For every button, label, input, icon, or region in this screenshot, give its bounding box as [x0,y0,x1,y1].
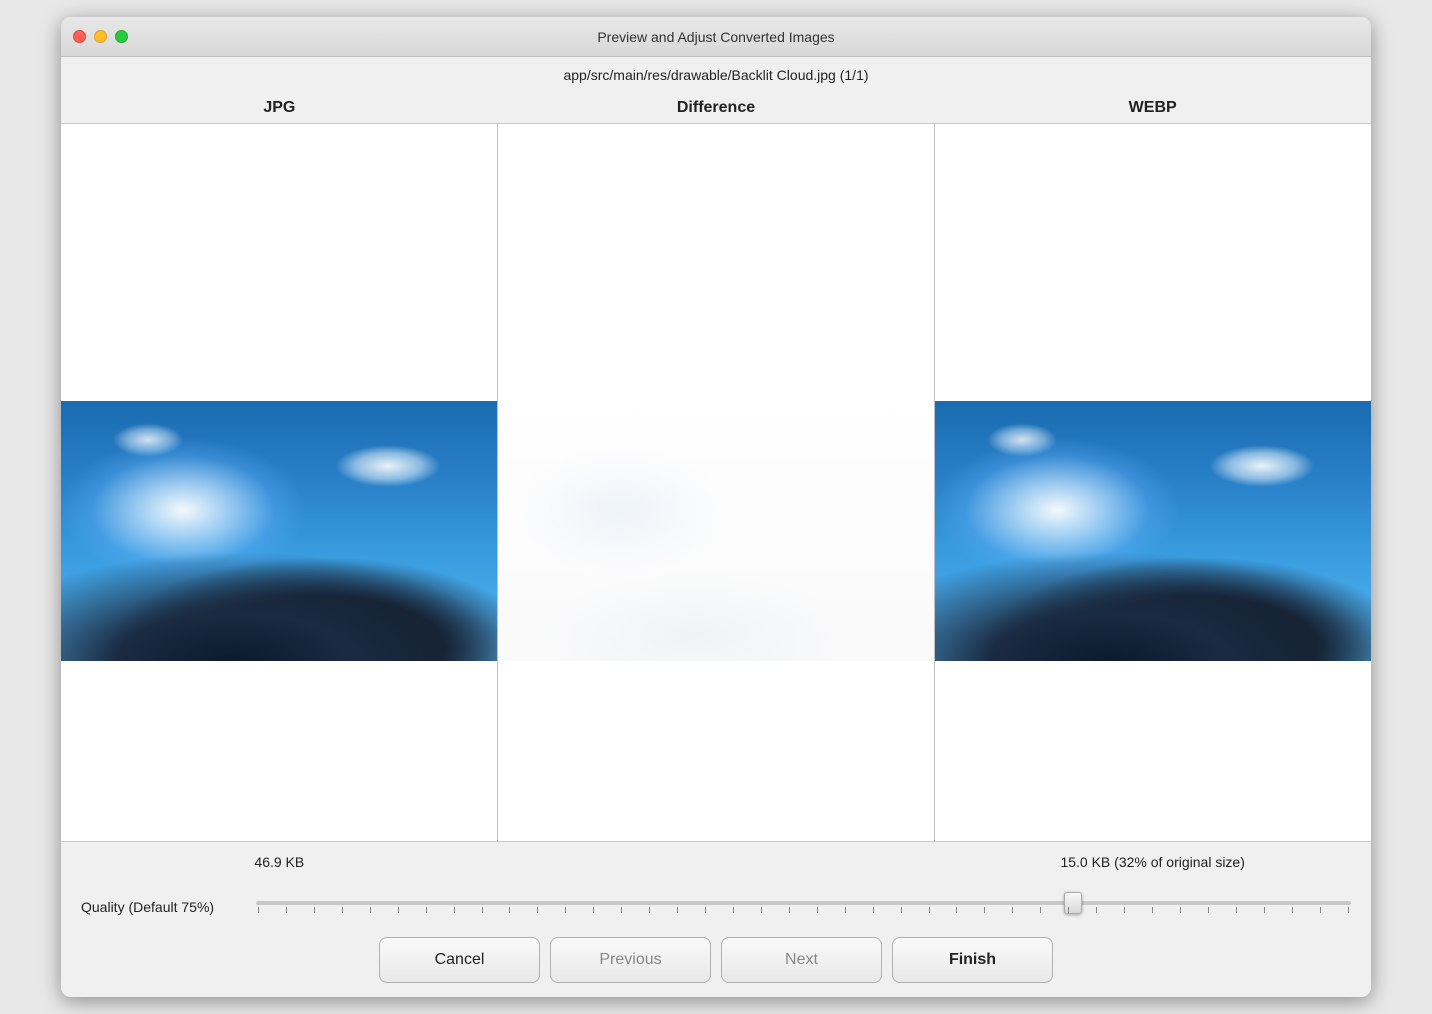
tick [593,907,594,913]
tick [258,907,259,913]
tick [1040,907,1041,913]
cancel-button[interactable]: Cancel [379,937,540,983]
tick [1320,907,1321,913]
tick [705,907,706,913]
traffic-lights [73,30,128,43]
tick [929,907,930,913]
webp-image [935,401,1371,661]
main-window: Preview and Adjust Converted Images app/… [61,17,1371,997]
quality-slider[interactable] [256,901,1351,905]
tick [1096,907,1097,913]
tick [1180,907,1181,913]
jpg-image [61,401,497,661]
tick [565,907,566,913]
tick [398,907,399,913]
file-path: app/src/main/res/drawable/Backlit Cloud.… [563,67,868,83]
quality-label: Quality (Default 75%) [81,899,236,915]
minimize-button[interactable] [94,30,107,43]
diff-image [498,401,934,661]
close-button[interactable] [73,30,86,43]
finish-button[interactable]: Finish [892,937,1053,983]
tick [1348,907,1349,913]
tick [426,907,427,913]
tick [1012,907,1013,913]
next-button[interactable]: Next [721,937,882,983]
column-headers: JPG Difference WEBP [61,93,1371,123]
tick [1292,907,1293,913]
tick [342,907,343,913]
jpg-column-header: JPG [61,99,498,117]
maximize-button[interactable] [115,30,128,43]
tick [286,907,287,913]
tick [1068,907,1069,913]
webp-preview-panel [934,124,1371,841]
tick [314,907,315,913]
subtitle-bar: app/src/main/res/drawable/Backlit Cloud.… [61,57,1371,93]
tick [509,907,510,913]
jpg-size: 46.9 KB [61,854,498,870]
previous-button[interactable]: Previous [550,937,711,983]
tick [845,907,846,913]
tick [537,907,538,913]
tick [1264,907,1265,913]
tick [984,907,985,913]
tick-marks [256,907,1351,913]
tick [873,907,874,913]
webp-column-header: WEBP [934,99,1371,117]
tick [370,907,371,913]
tick [733,907,734,913]
tick [817,907,818,913]
tick [677,907,678,913]
preview-area [61,123,1371,842]
tick [956,907,957,913]
tick [1124,907,1125,913]
size-bar: 46.9 KB 15.0 KB (32% of original size) [61,842,1371,882]
tick [621,907,622,913]
tick [1236,907,1237,913]
tick [454,907,455,913]
tick [1152,907,1153,913]
tick [761,907,762,913]
webp-size: 15.0 KB (32% of original size) [934,854,1371,870]
quality-row: Quality (Default 75%) [61,882,1371,932]
window-title: Preview and Adjust Converted Images [597,29,834,45]
title-bar: Preview and Adjust Converted Images [61,17,1371,57]
tick [1208,907,1209,913]
tick [649,907,650,913]
tick [901,907,902,913]
quality-slider-wrapper [256,901,1351,913]
tick [482,907,483,913]
jpg-preview-panel [61,124,497,841]
button-row: Cancel Previous Next Finish [61,932,1371,997]
diff-column-header: Difference [498,99,935,117]
tick [789,907,790,913]
diff-preview-panel [497,124,934,841]
